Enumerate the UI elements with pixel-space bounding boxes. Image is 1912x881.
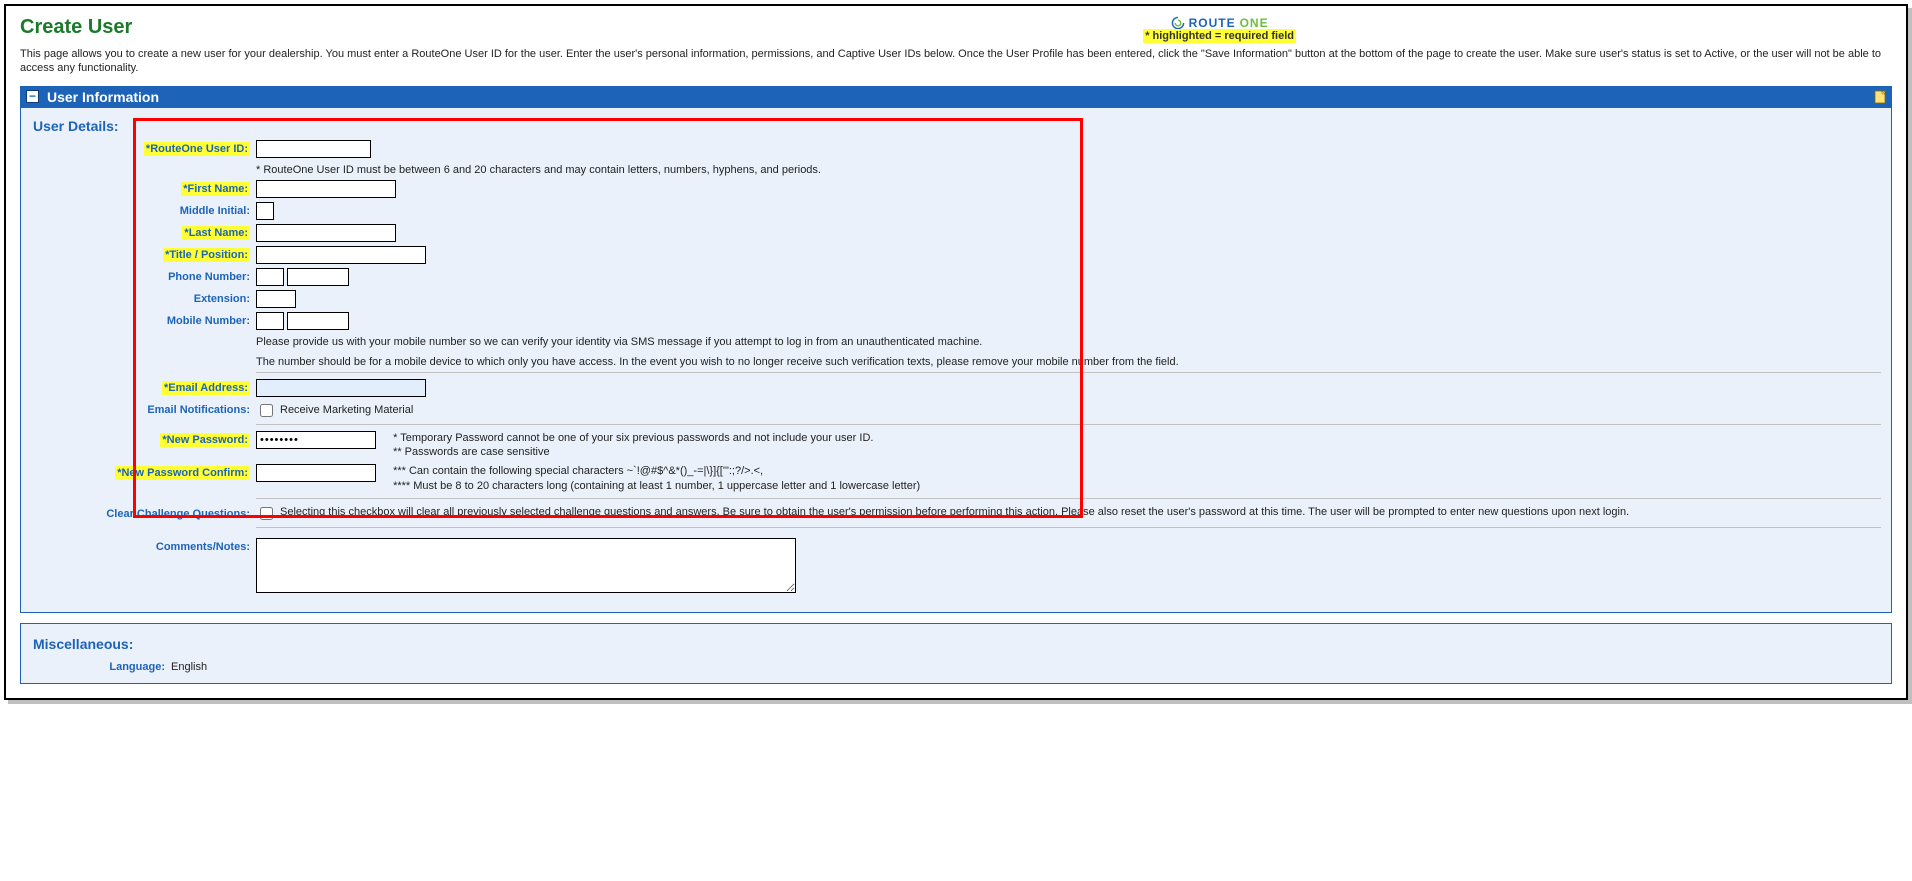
input-title-position[interactable]	[256, 246, 426, 264]
input-new-password-confirm[interactable]	[256, 464, 376, 482]
user-details-heading: User Details:	[33, 118, 1881, 134]
label-phone: Phone Number:	[31, 268, 256, 283]
input-new-password[interactable]	[256, 431, 376, 449]
page-header: Create User ROUTE ONE * highlighted = req…	[20, 16, 1892, 43]
input-mobile-area[interactable]	[256, 312, 284, 330]
divider-2	[256, 424, 1881, 425]
label-clear-challenge: Clear Challenge Questions:	[31, 505, 256, 520]
hint-password-block-2: *** Can contain the following special ch…	[393, 464, 920, 494]
logo-text-one: ONE	[1240, 16, 1269, 30]
user-details-form: *RouteOne User ID: * RouteOne User ID mu…	[31, 140, 1881, 596]
checkbox-clear-challenge[interactable]	[260, 507, 273, 520]
page-icon[interactable]	[1874, 90, 1886, 104]
hint-user-id: * RouteOne User ID must be between 6 and…	[256, 162, 1881, 176]
input-user-id[interactable]	[256, 140, 371, 158]
label-title-position: *Title / Position:	[31, 246, 256, 261]
hint-pwd-3: *** Can contain the following special ch…	[393, 465, 763, 477]
input-email[interactable]	[256, 379, 426, 397]
checkbox-marketing[interactable]	[260, 404, 273, 417]
label-marketing: Receive Marketing Material	[280, 404, 413, 416]
logo-text-route: ROUTE	[1189, 16, 1236, 30]
brand-block: ROUTE ONE * highlighted = required field	[1143, 16, 1296, 42]
label-first-name: *First Name:	[31, 180, 256, 195]
label-new-password-confirm: *New Password Confirm:	[31, 464, 256, 479]
section-miscellaneous: Miscellaneous: Language: English	[20, 623, 1892, 684]
clear-challenge-text: Selecting this checkbox will clear all p…	[280, 505, 1629, 519]
collapse-icon[interactable]: −	[26, 90, 39, 103]
logo-swirl-icon	[1171, 16, 1185, 30]
hint-pwd-2: ** Passwords are case sensitive	[393, 446, 550, 458]
hint-pwd-1: * Temporary Password cannot be one of yo…	[393, 432, 873, 444]
input-middle-initial[interactable]	[256, 202, 274, 220]
label-middle-initial: Middle Initial:	[31, 202, 256, 217]
hint-mobile-2: The number should be for a mobile device…	[256, 354, 1881, 368]
label-email: *Email Address:	[31, 379, 256, 394]
input-first-name[interactable]	[256, 180, 396, 198]
hint-password-block: * Temporary Password cannot be one of yo…	[393, 431, 873, 461]
hint-pwd-4: **** Must be 8 to 20 characters long (co…	[393, 480, 920, 492]
value-language: English	[171, 658, 1881, 673]
routeone-logo: ROUTE ONE	[1143, 16, 1296, 30]
label-extension: Extension:	[31, 290, 256, 305]
label-last-name: *Last Name:	[31, 224, 256, 239]
divider-1	[256, 372, 1881, 373]
section-body-user-information: User Details: *RouteOne User ID: * Route…	[20, 108, 1892, 613]
misc-heading: Miscellaneous:	[33, 636, 1881, 652]
required-field-note: * highlighted = required field	[1143, 29, 1296, 43]
input-phone-number[interactable]	[287, 268, 349, 286]
label-comments: Comments/Notes:	[31, 538, 256, 553]
input-last-name[interactable]	[256, 224, 396, 242]
intro-text: This page allows you to create a new use…	[20, 47, 1892, 76]
hint-mobile-1: Please provide us with your mobile numbe…	[256, 334, 1881, 348]
label-user-id: *RouteOne User ID:	[31, 140, 256, 155]
input-mobile-number[interactable]	[287, 312, 349, 330]
section-title: User Information	[47, 89, 159, 105]
label-new-password: *New Password:	[31, 431, 256, 446]
create-user-page: Create User ROUTE ONE * highlighted = req…	[4, 4, 1908, 700]
label-mobile: Mobile Number:	[31, 312, 256, 327]
textarea-comments[interactable]	[256, 538, 796, 593]
input-extension[interactable]	[256, 290, 296, 308]
label-email-notifications: Email Notifications:	[31, 401, 256, 416]
divider-3	[256, 498, 1881, 499]
page-title: Create User	[20, 16, 132, 39]
section-bar-user-information[interactable]: − User Information	[20, 86, 1892, 108]
divider-4	[256, 527, 1881, 528]
input-phone-area[interactable]	[256, 268, 284, 286]
label-language: Language:	[31, 658, 171, 673]
